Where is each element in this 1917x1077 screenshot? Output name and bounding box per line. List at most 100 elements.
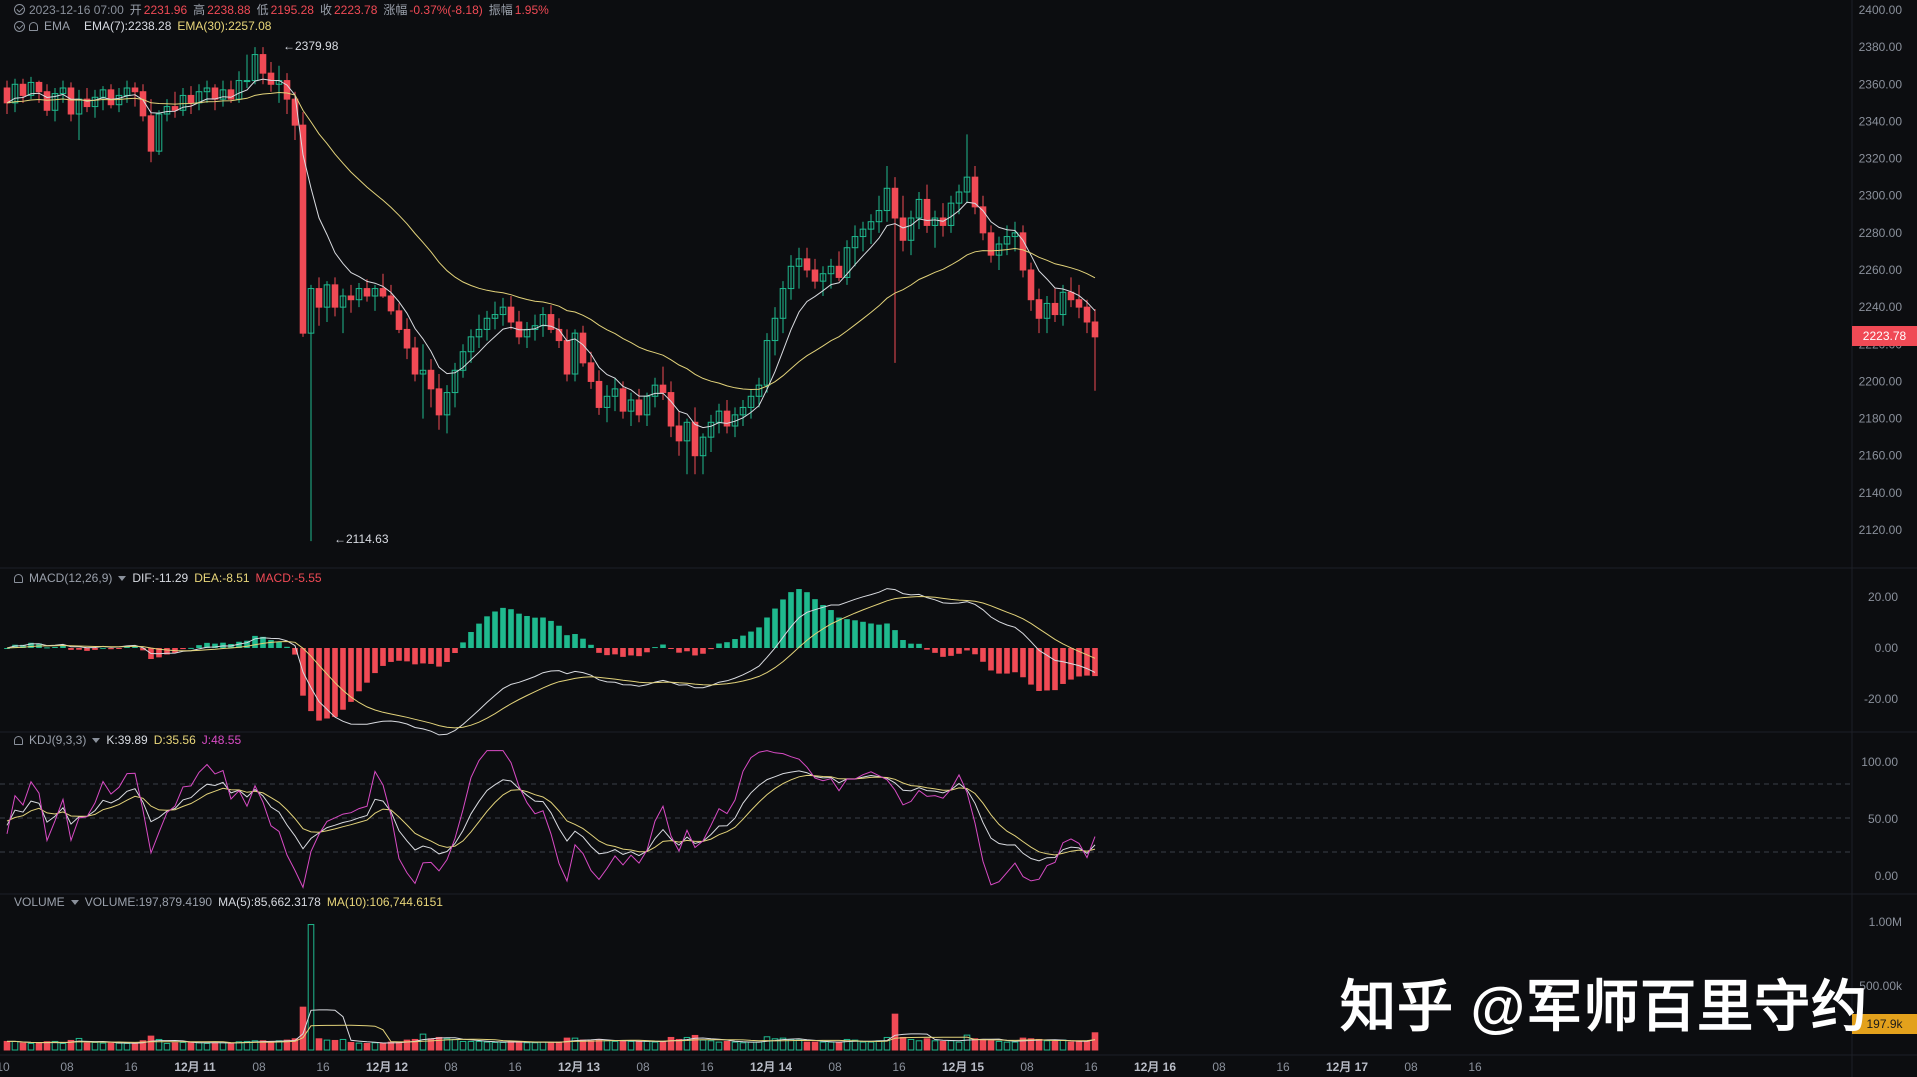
macd-bar xyxy=(404,648,410,662)
macd-bar xyxy=(1020,648,1026,678)
candle-body xyxy=(923,198,931,226)
candle-body xyxy=(379,288,387,297)
candle-body xyxy=(971,176,979,208)
macd-bar xyxy=(588,644,594,648)
kdj-name[interactable]: KDJ(9,3,3) xyxy=(29,733,86,747)
macd-tick: -20.00 xyxy=(1864,692,1898,706)
macd-bar xyxy=(556,625,562,648)
time-tick: 08 xyxy=(60,1060,74,1074)
chevron-down-icon[interactable] xyxy=(70,899,79,905)
macd-bar xyxy=(100,647,106,649)
macd-bar xyxy=(620,648,626,657)
candle-body xyxy=(1035,299,1043,319)
candle-body xyxy=(675,425,683,442)
time-tick: 12月 12 xyxy=(366,1060,408,1074)
bell-icon[interactable] xyxy=(14,573,23,583)
macd-bar xyxy=(60,645,66,648)
chevron-down-icon[interactable] xyxy=(92,737,101,743)
macd-bar xyxy=(876,624,882,648)
kdj-legend: KDJ(9,3,3) K:39.89 D:35.56 J:48.55 xyxy=(14,733,247,747)
macd-bar xyxy=(412,648,418,665)
price-tick: 2120.00 xyxy=(1859,523,1903,537)
macd-bar xyxy=(372,648,378,674)
candle-body xyxy=(283,80,291,100)
candle-body xyxy=(427,369,435,390)
candle-body xyxy=(19,83,27,96)
macd-bar xyxy=(764,617,770,648)
macd-bar xyxy=(828,610,834,648)
candle-body xyxy=(315,288,323,308)
macd-name[interactable]: MACD(12,26,9) xyxy=(29,571,112,585)
bell-icon[interactable] xyxy=(29,21,38,31)
volume-bar xyxy=(131,1042,139,1051)
macd-bar xyxy=(980,648,986,662)
volume-bar xyxy=(211,1042,219,1051)
candle-body xyxy=(803,258,811,271)
candle-body xyxy=(147,115,155,152)
macd-bar xyxy=(820,605,826,648)
macd-bar xyxy=(1028,648,1034,685)
candle-body xyxy=(691,421,699,457)
check-circle-icon[interactable] xyxy=(14,4,25,15)
volume-bar xyxy=(1067,1041,1075,1051)
time-tick: 16 xyxy=(1084,1060,1098,1074)
candle-body xyxy=(347,295,355,301)
time-tick: 12月 15 xyxy=(942,1060,984,1074)
macd-bar xyxy=(572,634,578,648)
volume-bar xyxy=(1051,1040,1059,1051)
kdj-tick: 50.00 xyxy=(1868,812,1898,826)
candle[interactable] xyxy=(299,112,307,337)
close-label: 收 xyxy=(319,3,332,17)
candle-body xyxy=(3,87,11,104)
trading-chart[interactable]: 2400.00 2380.00 2360.00 2340.00 2320.00 2300.… xyxy=(0,0,1917,1077)
bell-icon[interactable] xyxy=(14,735,23,745)
macd-bar xyxy=(188,647,194,649)
candle-body xyxy=(619,388,627,412)
chevron-down-icon[interactable] xyxy=(118,575,127,581)
volume-bar xyxy=(1035,1038,1043,1051)
candle-body xyxy=(595,380,603,408)
check-circle-icon[interactable] xyxy=(14,20,25,32)
time-tick: 16 xyxy=(508,1060,522,1074)
macd-bar xyxy=(644,648,650,653)
volume-bar xyxy=(803,1041,811,1051)
macd-bar xyxy=(388,648,394,662)
candle-body xyxy=(43,91,51,111)
volume-name[interactable]: VOLUME xyxy=(14,895,65,909)
macd-bar xyxy=(988,648,994,671)
time-tick: 08 xyxy=(636,1060,650,1074)
macd-bar xyxy=(732,639,738,648)
time-tick: 08 xyxy=(444,1060,458,1074)
high-marker: ←2379.98 xyxy=(283,39,339,53)
candle-body xyxy=(259,54,267,74)
macd-bar xyxy=(796,589,802,648)
macd-bar xyxy=(772,608,778,648)
macd-bar xyxy=(484,616,490,648)
macd-bar xyxy=(180,648,186,650)
current-price-tag: 2223.78 xyxy=(1852,326,1917,346)
kdj-k: K:39.89 xyxy=(106,733,148,747)
open-value: 2231.96 xyxy=(143,2,188,17)
volume-bar xyxy=(811,1041,819,1051)
macd-bar xyxy=(196,645,202,648)
close-value: 2223.78 xyxy=(333,2,378,17)
macd-bar xyxy=(604,648,610,656)
ema-name[interactable]: EMA xyxy=(44,19,70,33)
macd-bar xyxy=(852,620,858,648)
volume-bar xyxy=(379,1042,387,1051)
candle[interactable] xyxy=(1019,225,1027,278)
candle-body xyxy=(331,284,339,308)
high-label: 高 xyxy=(193,3,206,17)
volume-bar xyxy=(363,1042,371,1051)
volume-bar xyxy=(987,1040,995,1051)
candle-body xyxy=(211,87,219,100)
macd-bar xyxy=(908,643,914,648)
volume-bar xyxy=(939,1040,947,1051)
price-tick: 2340.00 xyxy=(1859,114,1903,128)
macd-bar xyxy=(452,648,458,654)
macd-bar xyxy=(420,648,426,664)
price-tick: 2140.00 xyxy=(1859,486,1903,500)
ohlc-header: 2023-12-16 07:00 开 2231.96 高 2238.88 低 2195… xyxy=(14,1,555,18)
time-tick: 12月 16 xyxy=(1134,1060,1176,1074)
macd-bar xyxy=(900,640,906,648)
